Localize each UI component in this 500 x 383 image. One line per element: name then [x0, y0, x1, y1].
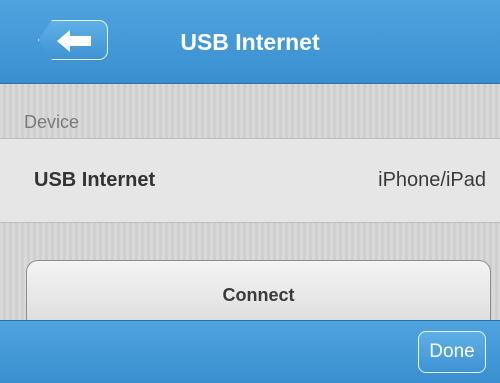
navigation-bar: USB Internet	[0, 0, 500, 84]
done-button[interactable]: Done	[418, 331, 486, 373]
row-label: USB Internet	[34, 169, 156, 191]
done-label: Done	[429, 341, 475, 362]
connect-label: Connect	[222, 285, 295, 305]
usb-internet-row[interactable]: USB Internet iPhone/iPad	[0, 138, 500, 223]
bottom-toolbar: Done	[0, 320, 500, 383]
page-title: USB Internet	[180, 29, 320, 55]
content-area: Device USB Internet iPhone/iPad Connect	[0, 84, 500, 330]
section-header-device: Device	[24, 112, 80, 132]
row-value: iPhone/iPad	[378, 169, 486, 191]
